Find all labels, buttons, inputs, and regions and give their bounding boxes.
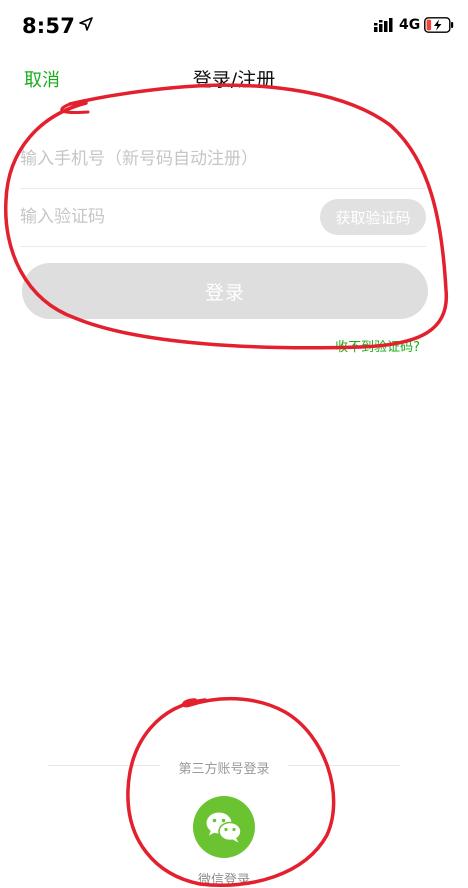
verification-code-input[interactable] xyxy=(20,188,310,246)
code-field-row: 获取验证码 xyxy=(20,188,426,247)
annotation-circle-form-inner xyxy=(60,102,90,114)
status-bar: 8:57 4G xyxy=(0,0,468,50)
login-screen: 8:57 4G 取消 登录/注册 获取验证码 登录 收不 xyxy=(0,0,468,888)
network-type: 4G xyxy=(399,17,421,33)
no-code-link[interactable]: 收不到验证码? xyxy=(335,336,420,355)
nav-bar: 取消 登录/注册 xyxy=(0,56,468,100)
location-arrow-icon xyxy=(79,17,93,31)
wechat-login-label: 微信登录 xyxy=(197,873,250,888)
page-title: 登录/注册 xyxy=(192,69,276,91)
phone-input[interactable] xyxy=(20,130,310,188)
status-time: 8:57 xyxy=(22,14,76,38)
battery-charging-icon xyxy=(424,17,454,33)
wechat-icon xyxy=(206,812,242,843)
third-party-label: 第三方账号登录 xyxy=(178,762,270,777)
phone-field-row xyxy=(20,130,426,189)
wechat-login-button[interactable] xyxy=(193,796,255,858)
get-code-button[interactable]: 获取验证码 xyxy=(320,199,426,235)
divider-right xyxy=(288,765,400,766)
signal-icon xyxy=(374,18,393,32)
login-button[interactable]: 登录 xyxy=(22,263,428,319)
